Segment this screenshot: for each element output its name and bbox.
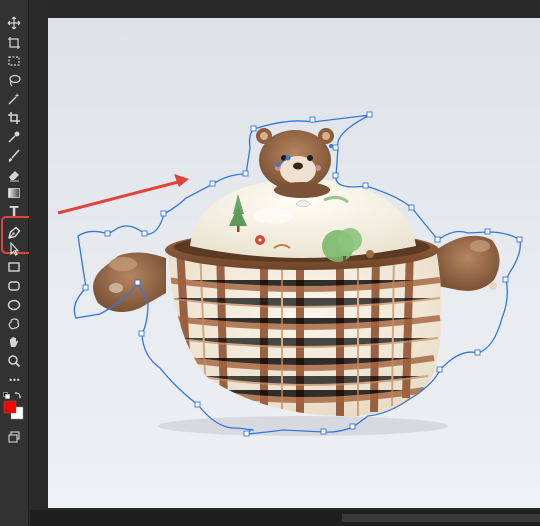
right-handle (436, 235, 500, 291)
brush-tool[interactable] (4, 147, 24, 165)
quick-select-tool[interactable] (4, 90, 24, 108)
hand-tool[interactable] (4, 333, 24, 351)
default-colors-icon[interactable] (3, 392, 10, 399)
eraser-tool[interactable] (4, 166, 24, 184)
gradient-icon (8, 188, 20, 198)
annotation-arrow (57, 174, 189, 215)
hand-icon (10, 337, 19, 347)
swap-colors-icon[interactable] (14, 391, 22, 399)
ellipse-tool[interactable] (4, 296, 24, 314)
path-handle-point[interactable] (285, 155, 291, 161)
rectangle-icon (8, 262, 20, 272)
canvas-image (57, 111, 523, 437)
rounded-rect-tool[interactable] (4, 277, 24, 295)
tools-panel: T ••• (0, 0, 38, 526)
foreground-color-swatch[interactable] (3, 400, 17, 414)
custom-shape-tool[interactable] (4, 315, 24, 333)
crop-icon (8, 112, 20, 124)
eyedropper-icon (8, 131, 20, 143)
rect-marquee-icon (8, 56, 20, 66)
screen-mode[interactable] (4, 428, 24, 446)
lasso-icon (9, 74, 21, 87)
left-handle (93, 252, 166, 312)
path-handle-point[interactable] (329, 144, 333, 148)
ellipse-icon (7, 299, 21, 311)
ellipsis-icon: ••• (8, 375, 20, 385)
magic-wand-icon (8, 93, 20, 105)
document-canvas[interactable] (48, 18, 540, 508)
path-select-tool[interactable] (4, 240, 24, 258)
zoom-icon (8, 355, 21, 368)
move-icon (7, 16, 21, 30)
artboard-icon (8, 37, 20, 49)
brush-icon (8, 149, 20, 162)
horizontal-scrollbar[interactable] (30, 510, 540, 526)
move-tool[interactable] (4, 14, 24, 32)
document-gutter (29, 0, 48, 526)
pot-shadow (158, 416, 448, 436)
path-handle-point[interactable] (276, 163, 280, 167)
rounded-rect-icon (8, 281, 20, 291)
rectangle-tool[interactable] (4, 258, 24, 276)
direct-select-arrow-icon (10, 242, 20, 256)
more-tools[interactable]: ••• (4, 371, 24, 389)
zoom-tool[interactable] (4, 352, 24, 370)
marquee-tool[interactable] (4, 52, 24, 70)
eraser-icon (9, 171, 19, 182)
custom-shape-icon (8, 318, 20, 330)
artboard-tool[interactable] (4, 34, 24, 52)
gradient-tool[interactable] (4, 184, 24, 202)
ceramic-pot (93, 128, 500, 417)
screen-mode-icon (8, 431, 20, 443)
eyedropper-tool[interactable] (4, 128, 24, 146)
crop-tool[interactable] (4, 109, 24, 127)
scrollbar-thumb[interactable] (342, 514, 540, 522)
color-swatches (3, 391, 27, 428)
lasso-tool[interactable] (4, 71, 24, 89)
